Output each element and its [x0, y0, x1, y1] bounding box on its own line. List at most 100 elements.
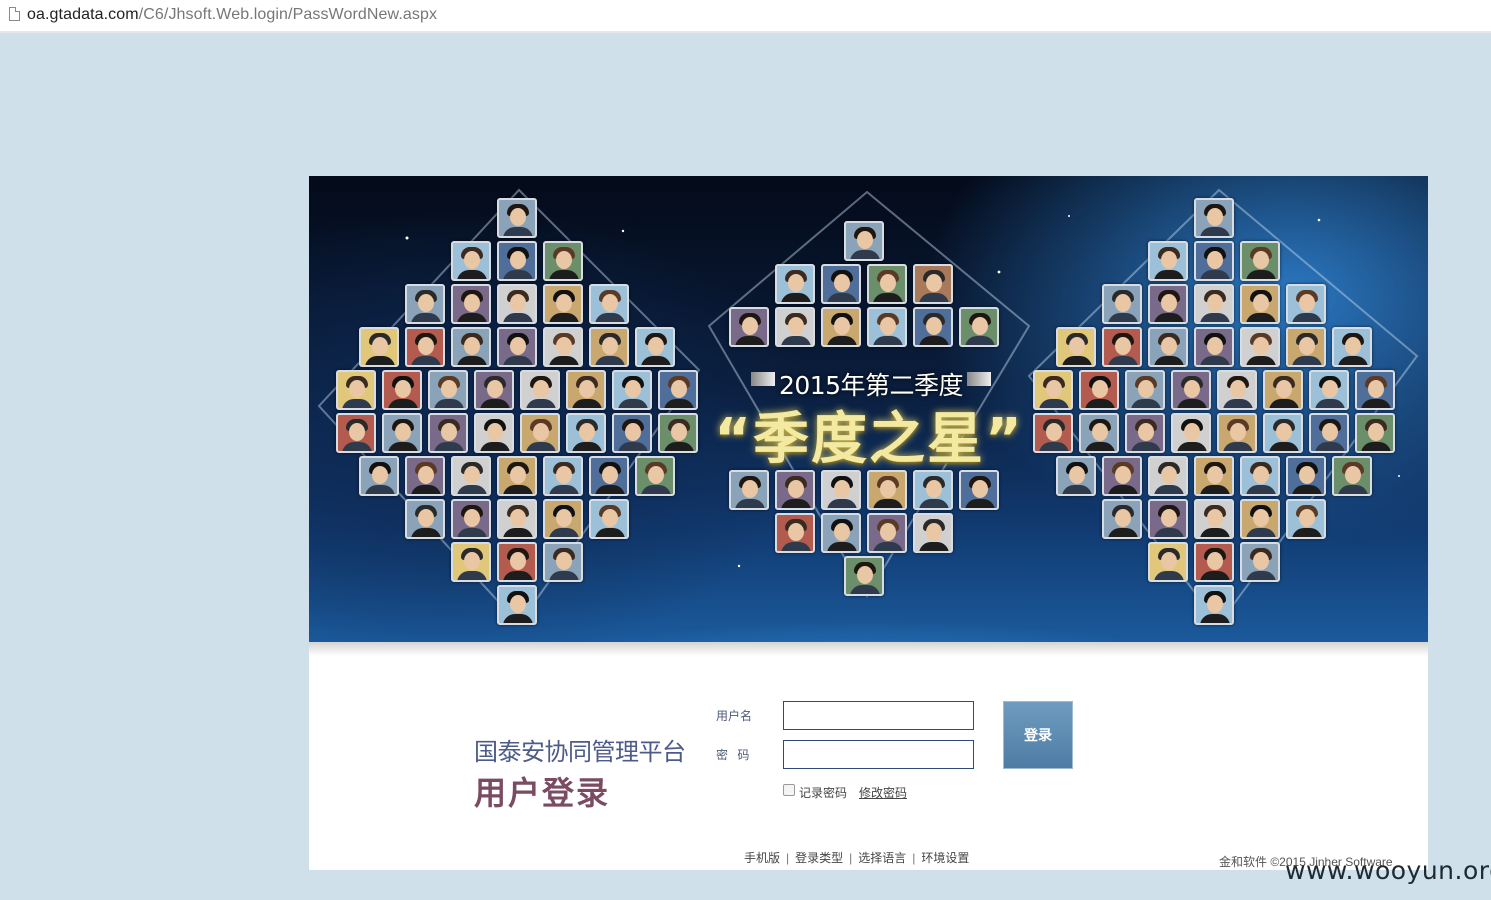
photo-portrait-part — [1230, 423, 1246, 441]
employee-photo — [1194, 585, 1234, 625]
photo-portrait-part — [1200, 270, 1230, 279]
photo-portrait-part — [411, 313, 441, 322]
photo-portrait-part — [556, 552, 572, 570]
photo-portrait-part — [1299, 294, 1315, 312]
photo-portrait-part — [1246, 528, 1276, 537]
login-button[interactable]: 登录 — [1003, 701, 1073, 769]
photo-portrait-part — [1253, 552, 1269, 570]
username-input[interactable] — [783, 701, 974, 730]
employee-photo — [405, 456, 445, 496]
employee-photo — [1194, 284, 1234, 324]
photo-portrait-part — [1092, 380, 1108, 398]
photo-portrait-part — [556, 337, 572, 355]
employee-photo — [405, 327, 445, 367]
photo-portrait-part — [441, 380, 457, 398]
employee-photo — [913, 307, 953, 347]
photo-portrait-part — [1154, 270, 1184, 279]
remember-password-label: 记录密码 — [799, 786, 848, 800]
photo-portrait-part — [349, 423, 365, 441]
password-input[interactable] — [783, 740, 974, 769]
photo-portrait-part — [510, 208, 526, 226]
photo-portrait-part — [1115, 294, 1131, 312]
photo-portrait-part — [503, 227, 533, 236]
photo-portrait-part — [1131, 399, 1161, 408]
photo-portrait-part — [1292, 528, 1322, 537]
employee-photo — [1194, 456, 1234, 496]
photo-portrait-part — [487, 380, 503, 398]
employee-photo — [497, 284, 537, 324]
photo-portrait-part — [1207, 466, 1223, 484]
photo-portrait-part — [834, 317, 850, 335]
employee-photo — [1240, 456, 1280, 496]
password-label: 密 码 — [716, 748, 750, 762]
employee-photo — [1263, 370, 1303, 410]
employee-photo — [543, 542, 583, 582]
employee-photo — [336, 413, 376, 453]
photo-portrait-part — [510, 595, 526, 613]
photo-portrait-part — [1338, 356, 1368, 365]
employee-photo — [1286, 327, 1326, 367]
photo-portrait-part — [464, 251, 480, 269]
employee-photo — [658, 413, 698, 453]
employee-photo — [1148, 456, 1188, 496]
photo-portrait-part — [1108, 528, 1138, 537]
photo-portrait-part — [1046, 380, 1062, 398]
photo-portrait-part — [480, 399, 510, 408]
employee-photo — [589, 456, 629, 496]
photo-portrait-part — [1138, 423, 1154, 441]
photo-portrait-part — [388, 442, 418, 451]
photo-portrait-part — [618, 399, 648, 408]
footer-link-login-type[interactable]: 登录类型 — [795, 849, 843, 866]
employee-photo — [359, 327, 399, 367]
employee-photo — [1194, 542, 1234, 582]
photo-portrait-part — [418, 466, 434, 484]
photo-portrait-part — [641, 485, 671, 494]
photo-portrait-part — [1200, 313, 1230, 322]
photo-portrait-part — [1108, 485, 1138, 494]
photo-portrait-part — [1207, 251, 1223, 269]
photo-portrait-part — [1200, 528, 1230, 537]
watermark: www.wooyun.org — [1285, 856, 1491, 885]
photo-portrait-part — [1299, 509, 1315, 527]
url-path: /C6/Jhsoft.Web.login/PassWordNew.aspx — [138, 6, 438, 23]
photo-portrait-part — [1154, 313, 1184, 322]
employee-photo — [451, 456, 491, 496]
change-password-link[interactable]: 修改密码 — [859, 784, 907, 801]
employee-photo — [1240, 241, 1280, 281]
photo-portrait-part — [873, 336, 903, 345]
photo-portrait-part — [618, 442, 648, 451]
browser-address-bar[interactable]: oa.gtadata.com/C6/Jhsoft.Web.login/PassW… — [0, 0, 1491, 33]
employee-photo — [1194, 499, 1234, 539]
photo-portrait-part — [1338, 485, 1368, 494]
photo-portrait-part — [533, 380, 549, 398]
photo-portrait-part — [1154, 528, 1184, 537]
photo-portrait-part — [579, 380, 595, 398]
photo-portrait-part — [1131, 442, 1161, 451]
employee-photo — [589, 327, 629, 367]
url-text[interactable]: oa.gtadata.com/C6/Jhsoft.Web.login/PassW… — [27, 6, 437, 24]
photo-portrait-part — [1253, 251, 1269, 269]
photo-portrait-part — [788, 274, 804, 292]
system-name: 国泰安协同管理平台 — [474, 738, 686, 766]
photo-portrait-part — [602, 294, 618, 312]
employee-photo — [1102, 499, 1142, 539]
footer-link-mobile[interactable]: 手机版 — [744, 849, 780, 866]
photo-portrait-part — [372, 466, 388, 484]
employee-photo — [1148, 284, 1188, 324]
employee-photo — [1148, 542, 1188, 582]
footer-link-environment[interactable]: 环境设置 — [921, 849, 969, 866]
employee-photo — [729, 307, 769, 347]
employee-photo — [1240, 284, 1280, 324]
photo-portrait-part — [418, 509, 434, 527]
username-label: 用户名 — [716, 709, 753, 723]
photo-portrait-part — [418, 294, 434, 312]
employee-photo — [1171, 370, 1211, 410]
remember-password-checkbox[interactable] — [783, 784, 795, 796]
photo-portrait-part — [781, 499, 811, 508]
employee-photo — [1217, 370, 1257, 410]
photo-portrait-part — [1154, 485, 1184, 494]
photo-portrait-part — [1161, 509, 1177, 527]
photo-portrait-part — [1200, 356, 1230, 365]
photo-portrait-part — [1085, 442, 1115, 451]
footer-link-language[interactable]: 选择语言 — [858, 849, 906, 866]
